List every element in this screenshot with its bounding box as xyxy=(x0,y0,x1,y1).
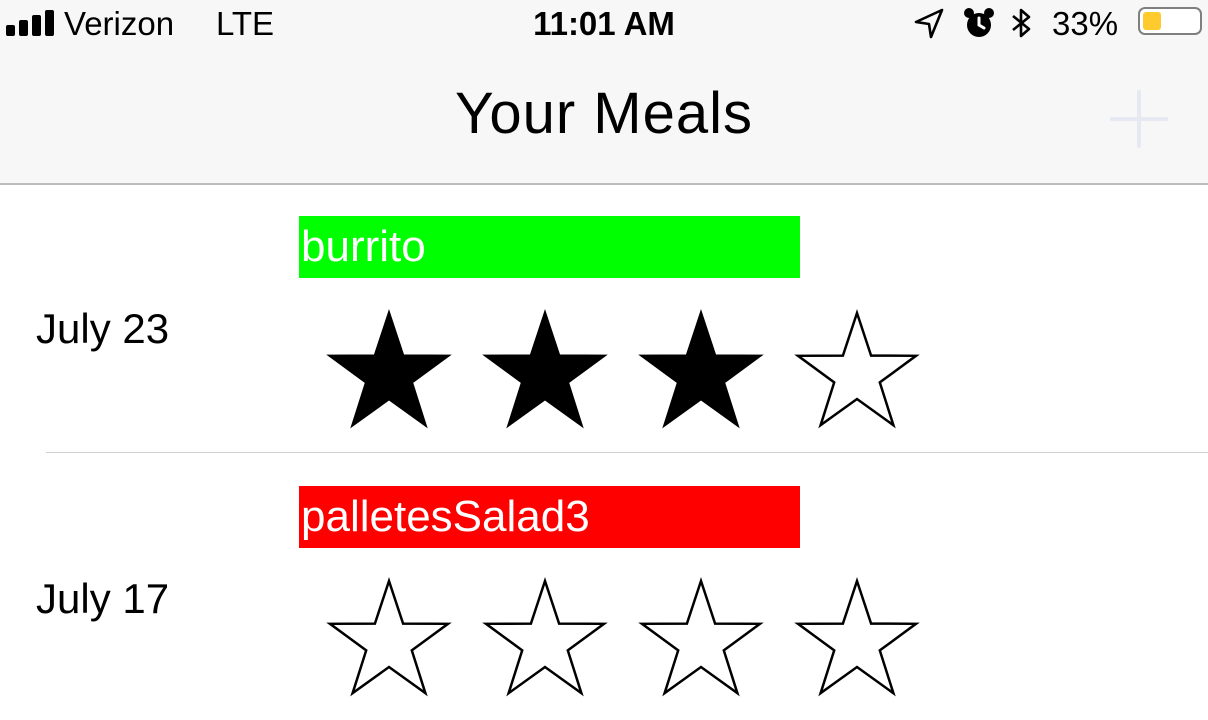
empty-star-icon xyxy=(482,577,608,697)
battery-percentage: 33% xyxy=(1052,5,1119,42)
empty-star-icon xyxy=(326,577,452,697)
rating-star-button[interactable] xyxy=(794,575,920,701)
meal-row[interactable]: July 23 burrito xyxy=(0,185,1208,453)
rating-star-button[interactable] xyxy=(794,307,920,433)
status-bar: Verizon LTE 11:01 AM 33% xyxy=(0,0,1208,46)
battery-icon xyxy=(1138,7,1202,35)
meal-date: July 23 xyxy=(36,305,170,352)
rating-star-button[interactable] xyxy=(482,575,608,701)
meal-row[interactable]: July 17 palletesSalad3 xyxy=(0,455,1208,720)
navigation-bar: Your Meals xyxy=(0,46,1208,185)
meal-name: palletesSalad3 xyxy=(299,486,800,548)
row-divider xyxy=(46,452,1208,453)
bluetooth-icon xyxy=(1004,6,1038,40)
rating-star-button[interactable] xyxy=(482,307,608,433)
rating-star-button[interactable] xyxy=(638,307,764,433)
page-title: Your Meals xyxy=(454,81,754,146)
empty-star-icon xyxy=(638,577,764,697)
meal-name: burrito xyxy=(299,216,800,278)
filled-star-icon xyxy=(482,309,608,429)
empty-star-icon xyxy=(794,577,920,697)
rating-star-button[interactable] xyxy=(326,307,452,433)
plus-icon xyxy=(1110,90,1168,148)
meal-date: July 17 xyxy=(36,575,170,622)
empty-star-icon xyxy=(794,309,920,429)
add-meal-button[interactable] xyxy=(1104,84,1174,154)
alarm-icon xyxy=(962,6,996,40)
filled-star-icon xyxy=(326,309,452,429)
location-arrow-icon xyxy=(912,6,946,40)
filled-star-icon xyxy=(638,309,764,429)
rating-star-button[interactable] xyxy=(326,575,452,701)
battery-level-fill xyxy=(1143,12,1161,30)
rating-star-button[interactable] xyxy=(638,575,764,701)
